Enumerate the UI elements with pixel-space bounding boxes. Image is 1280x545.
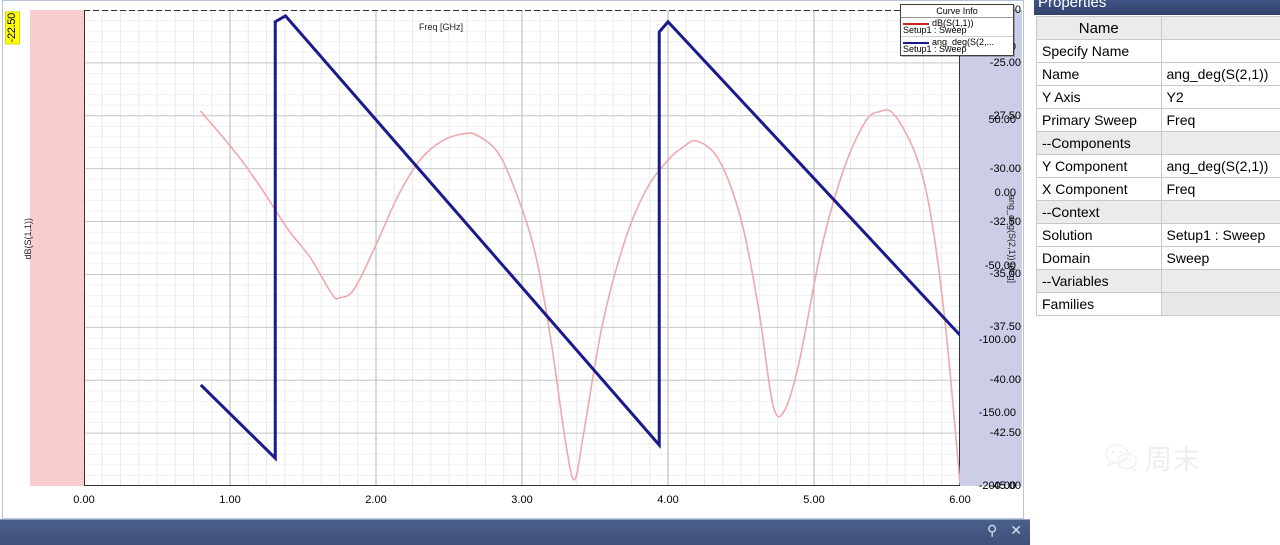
property-value-cell[interactable]: Freq bbox=[1160, 108, 1280, 132]
y2-tick-label: 50.00 bbox=[988, 113, 1016, 126]
properties-table-head: Name bbox=[1036, 16, 1280, 40]
properties-table: Name Specify Name Name ang_deg(S(2,1)) Y Ax… bbox=[1036, 16, 1280, 316]
properties-row[interactable]: Y Axis Y2 bbox=[1036, 85, 1280, 109]
x-axis-tick-labels: 0.00 1.00 2.00 3.00 4.00 5.00 6.00 bbox=[73, 486, 970, 520]
property-name-cell: Primary Sweep bbox=[1036, 108, 1162, 132]
plot-pane-bottom-bar: ⚲ ✕ bbox=[0, 519, 1030, 545]
properties-row[interactable]: Domain Sweep bbox=[1036, 246, 1280, 270]
property-name-cell: Y Component bbox=[1036, 154, 1162, 178]
y1-axis-title: dB(S(1,1)) bbox=[21, 1, 35, 477]
properties-row[interactable]: --Context bbox=[1036, 200, 1280, 224]
properties-row[interactable]: Name ang_deg(S(2,1)) bbox=[1036, 62, 1280, 86]
property-value-cell[interactable]: Setup1 : Sweep bbox=[1160, 223, 1280, 247]
y2-tick-label: -100.00 bbox=[978, 333, 1016, 346]
y1-axis-band bbox=[30, 10, 84, 486]
properties-header-row: Name bbox=[1036, 16, 1280, 40]
property-name-cell: Y Axis bbox=[1036, 85, 1162, 109]
property-name-cell: Families bbox=[1036, 292, 1162, 316]
property-value-cell[interactable] bbox=[1160, 292, 1280, 316]
legend-solution-label: Setup1 : Sweep bbox=[903, 44, 967, 54]
property-value-cell[interactable] bbox=[1160, 39, 1280, 63]
pane-bar-icons: ⚲ ✕ bbox=[987, 524, 1022, 538]
x-tick-label: 0.00 bbox=[73, 494, 95, 506]
y1-tick-label: -37.50 bbox=[989, 321, 1021, 334]
x-tick-label: 3.00 bbox=[511, 494, 533, 506]
plot-window: -22.50 dB(S(1,1)) -22.50-25.00-27.50-30.… bbox=[0, 0, 1030, 545]
legend-box[interactable]: Curve Info dB(S(1,1)) Setup1 : Sweep ang_d… bbox=[900, 4, 1014, 56]
column-header-value[interactable] bbox=[1160, 16, 1280, 40]
x-axis-title: Freq [GHz] bbox=[418, 22, 463, 32]
properties-panel-title: Properties bbox=[1038, 0, 1107, 11]
legend-solution-label: Setup1 : Sweep bbox=[903, 25, 967, 35]
properties-panel: Properties Name Specify Name Name ang_deg(… bbox=[1034, 0, 1280, 545]
property-value-cell[interactable]: ang_deg(S(2,1)) bbox=[1160, 154, 1280, 178]
property-value-cell[interactable] bbox=[1160, 200, 1280, 224]
close-icon[interactable]: ✕ bbox=[1010, 524, 1022, 538]
properties-row[interactable]: Families bbox=[1036, 292, 1280, 316]
y2-tick-label: 0.00 bbox=[994, 187, 1016, 200]
properties-row[interactable]: Primary Sweep Freq bbox=[1036, 108, 1280, 132]
property-value-cell[interactable] bbox=[1160, 131, 1280, 155]
plot-svg bbox=[84, 10, 960, 486]
property-value-cell[interactable]: Y2 bbox=[1160, 85, 1280, 109]
y1-axis-title-text: dB(S(1,1)) bbox=[23, 218, 33, 260]
legend-entry[interactable]: ang_deg(S(2,... Setup1 : Sweep bbox=[901, 36, 1013, 55]
y2-tick-label: -200.00 bbox=[978, 480, 1016, 492]
legend-entry[interactable]: dB(S(1,1)) Setup1 : Sweep bbox=[901, 18, 1013, 36]
properties-row[interactable]: X Component Freq bbox=[1036, 177, 1280, 201]
properties-row[interactable]: --Variables bbox=[1036, 269, 1280, 293]
property-value-cell[interactable] bbox=[1160, 269, 1280, 293]
y2-tick-label: -150.00 bbox=[978, 406, 1016, 419]
pin-icon[interactable]: ⚲ bbox=[987, 524, 997, 538]
properties-titlebar: Properties bbox=[1034, 0, 1280, 15]
x-tick-label: 5.00 bbox=[803, 494, 825, 506]
x-tick-label: 1.00 bbox=[219, 494, 241, 506]
y2-tick-label: -50.00 bbox=[984, 260, 1016, 273]
application-window: -22.50 dB(S(1,1)) -22.50-25.00-27.50-30.… bbox=[0, 0, 1280, 545]
grid-major bbox=[84, 10, 960, 486]
x-tick-label: 4.00 bbox=[657, 494, 679, 506]
y2-axis-title: ang_deg(S(2,1)) [deg] bbox=[1005, 1, 1019, 477]
y1-tick-label: -40.00 bbox=[989, 374, 1021, 387]
x-tick-label: 2.00 bbox=[365, 494, 387, 506]
property-value-cell[interactable]: Sweep bbox=[1160, 246, 1280, 270]
property-name-cell: Domain bbox=[1036, 246, 1162, 270]
property-name-cell: Solution bbox=[1036, 223, 1162, 247]
y1-tick-label: -32.50 bbox=[989, 215, 1021, 228]
property-name-cell: --Variables bbox=[1036, 269, 1162, 293]
plot-frame: -22.50 dB(S(1,1)) -22.50-25.00-27.50-30.… bbox=[2, 0, 1024, 519]
column-header-name[interactable]: Name bbox=[1036, 16, 1162, 40]
properties-row[interactable]: --Components bbox=[1036, 131, 1280, 155]
y1-tick-label: -42.50 bbox=[989, 427, 1021, 440]
y1-tick-label: -25.00 bbox=[989, 56, 1021, 69]
property-name-cell: Name bbox=[1036, 62, 1162, 86]
properties-row[interactable]: Solution Setup1 : Sweep bbox=[1036, 223, 1280, 247]
plot-canvas[interactable] bbox=[84, 10, 960, 486]
property-value-cell[interactable]: Freq bbox=[1160, 177, 1280, 201]
series-ang-deg-s21 bbox=[199, 13, 960, 462]
property-name-cell: --Context bbox=[1036, 200, 1162, 224]
properties-row[interactable]: Specify Name bbox=[1036, 39, 1280, 63]
y1-tick-label: -30.00 bbox=[989, 162, 1021, 175]
property-name-cell: --Components bbox=[1036, 131, 1162, 155]
legend-entries: dB(S(1,1)) Setup1 : Sweep ang_deg(S(2,... S… bbox=[901, 18, 1013, 55]
property-name-cell: Specify Name bbox=[1036, 39, 1162, 63]
properties-row[interactable]: Y Component ang_deg(S(2,1)) bbox=[1036, 154, 1280, 178]
x-tick-label: 6.00 bbox=[949, 494, 971, 506]
properties-table-body: Specify Name Name ang_deg(S(2,1)) Y Axis Y2 P… bbox=[1036, 39, 1280, 316]
property-value-cell[interactable]: ang_deg(S(2,1)) bbox=[1160, 62, 1280, 86]
series-db-s11 bbox=[200, 109, 960, 485]
cursor-readout-badge[interactable]: -22.50 bbox=[5, 11, 20, 45]
legend-title: Curve Info bbox=[901, 5, 1013, 18]
property-name-cell: X Component bbox=[1036, 177, 1162, 201]
